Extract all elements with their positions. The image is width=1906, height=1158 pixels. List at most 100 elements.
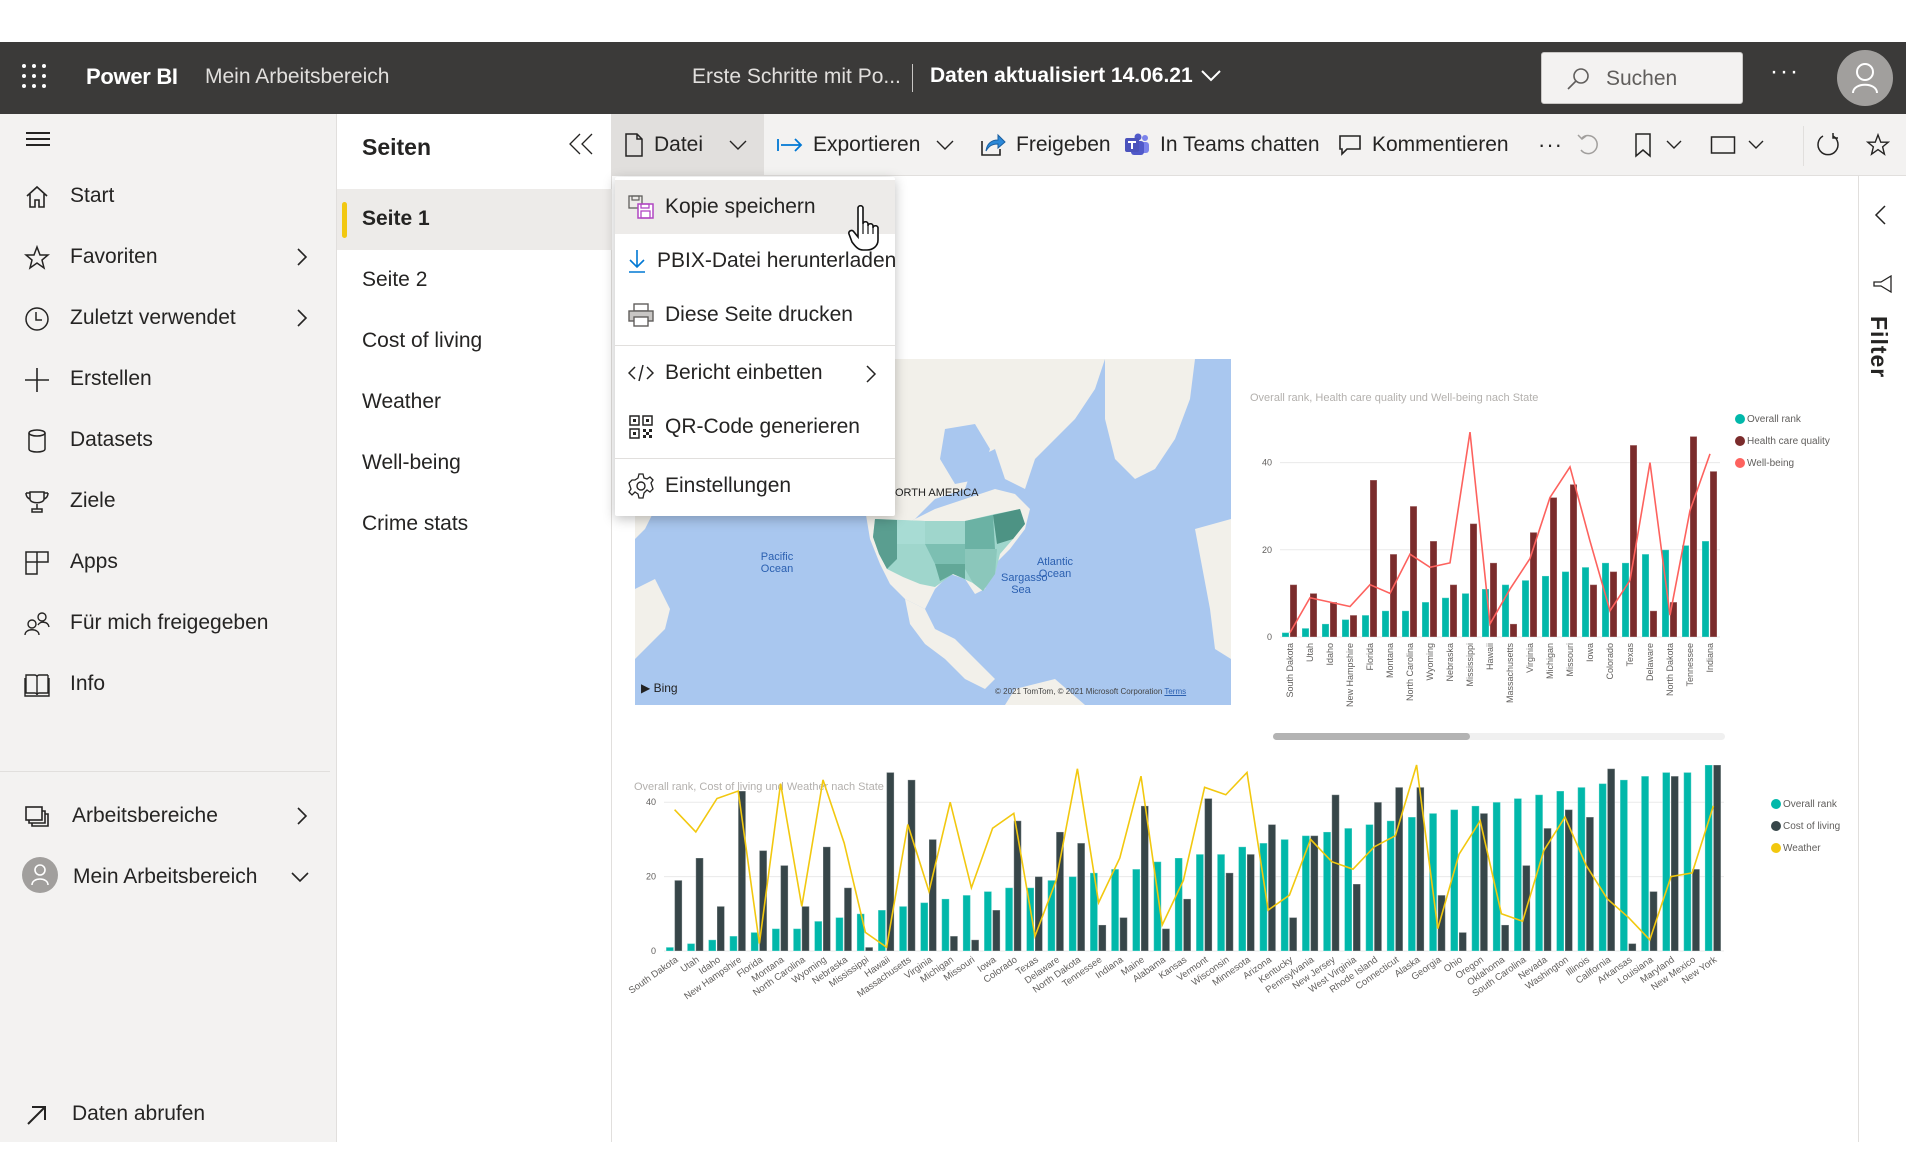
comment-button[interactable]: Kommentieren xyxy=(1338,114,1509,176)
legend-label: Health care quality xyxy=(1747,435,1830,447)
sidebar-item-erstellen[interactable]: Erstellen xyxy=(0,351,337,407)
workspace-breadcrumb[interactable]: Mein Arbeitsbereich xyxy=(205,65,389,89)
menu-item-download-pbix[interactable]: PBIX-Datei herunterladen xyxy=(615,234,896,288)
menu-item-generate-qr[interactable]: QR-Code generieren xyxy=(615,400,895,454)
bar-overall-rank xyxy=(1407,816,1417,952)
chart-legend: Overall rank Health care quality Well-be… xyxy=(1735,408,1830,474)
page-tab-weather[interactable]: Weather xyxy=(337,372,612,433)
bookmark-button[interactable] xyxy=(1634,114,1682,176)
bar-overall-rank xyxy=(1004,887,1014,952)
page-tab-seite-1[interactable]: Seite 1 xyxy=(337,189,612,250)
sidebar-item-label: Mein Arbeitsbereich xyxy=(73,865,258,888)
bar-cost-of-living xyxy=(1098,924,1107,952)
menu-item-label: Kopie speichern xyxy=(665,195,816,218)
bar-overall-rank xyxy=(1428,812,1438,952)
x-tick-label: Hawaii xyxy=(1485,643,1495,670)
page-tab-crime-stats[interactable]: Crime stats xyxy=(337,494,612,555)
bar-cost-of-living xyxy=(1182,898,1192,952)
legend-item[interactable]: Well-being xyxy=(1735,452,1830,474)
sidebar-item-mein-arbeitsbereich[interactable]: Mein Arbeitsbereich xyxy=(0,849,337,905)
sidebar-item-favoriten[interactable]: Favoriten xyxy=(0,229,337,285)
sidebar-item-label: Favoriten xyxy=(70,245,158,268)
sidebar-item-ziele[interactable]: Ziele xyxy=(0,473,337,529)
bar-health-care-quality xyxy=(1429,540,1438,638)
scrollbar-thumb[interactable] xyxy=(1273,733,1470,740)
download-icon xyxy=(629,250,645,273)
y-tick-label: 40 xyxy=(646,797,656,807)
user-avatar[interactable] xyxy=(1837,50,1893,106)
chevron-left-icon[interactable] xyxy=(1873,204,1887,226)
more-options-button[interactable]: ··· xyxy=(1770,58,1800,86)
sidebar-item-apps[interactable]: Apps xyxy=(0,534,337,590)
refresh-icon xyxy=(1817,133,1839,156)
legend-dot xyxy=(1735,436,1745,446)
data-refresh-dropdown[interactable]: Daten aktualisiert 14.06.21 xyxy=(930,64,1221,88)
bar-overall-rank xyxy=(1681,544,1690,638)
save-copy-icon xyxy=(628,195,654,219)
bar-overall-rank xyxy=(1662,771,1671,952)
comment-icon xyxy=(1339,135,1361,156)
menu-item-print-page[interactable]: Diese Seite drucken xyxy=(615,288,895,342)
legend-item[interactable]: Overall rank xyxy=(1771,793,1840,815)
x-tick-label: Massachusetts xyxy=(1505,643,1515,704)
collapse-double-chevron-icon[interactable] xyxy=(567,132,595,156)
bar-cost-of-living xyxy=(1076,842,1086,952)
chevron-right-icon xyxy=(297,807,308,825)
cost-weather-chart[interactable]: Overall rank, Cost of living und Weather… xyxy=(627,764,1844,1081)
menu-item-settings[interactable]: Einstellungen xyxy=(615,459,895,513)
bookmark-icon xyxy=(1635,133,1651,158)
hamburger-menu-icon[interactable] xyxy=(26,132,52,150)
file-menu-button[interactable]: Datei xyxy=(612,114,764,176)
legend-item[interactable]: Overall rank xyxy=(1735,408,1830,430)
legend-item[interactable]: Health care quality xyxy=(1735,430,1830,452)
bar-overall-rank xyxy=(983,890,993,952)
bar-overall-rank xyxy=(1195,853,1205,952)
menu-item-embed-report[interactable]: Bericht einbetten xyxy=(615,346,895,400)
legend-label: Overall rank xyxy=(1747,413,1801,425)
bar-cost-of-living xyxy=(1373,801,1383,952)
search-input[interactable]: Suchen xyxy=(1541,52,1743,104)
export-button[interactable]: Exportieren xyxy=(777,114,954,176)
refresh-button[interactable] xyxy=(1815,114,1841,176)
page-tab-seite-2[interactable]: Seite 2 xyxy=(337,250,612,311)
menu-item-label: Diese Seite drucken xyxy=(665,303,853,326)
menu-item-save-copy[interactable]: Kopie speichern xyxy=(615,180,895,234)
toolbar-more-button[interactable]: ··· xyxy=(1538,114,1563,176)
app-launcher-icon[interactable] xyxy=(22,64,50,92)
bar-overall-rank xyxy=(1704,764,1713,952)
legend-item[interactable]: Cost of living xyxy=(1771,815,1840,837)
sidebar-item-info[interactable]: Info xyxy=(0,656,337,712)
brand-name[interactable]: Power BI xyxy=(86,64,178,90)
sidebar-item-daten-abrufen[interactable]: Daten abrufen xyxy=(0,1086,337,1142)
sidebar-item-shared-with-me[interactable]: Für mich freigegeben xyxy=(0,595,337,651)
view-button[interactable] xyxy=(1710,114,1764,176)
legend-item[interactable]: Weather xyxy=(1771,837,1840,859)
reset-button[interactable] xyxy=(1576,114,1602,176)
bar-overall-rank xyxy=(1619,779,1629,952)
chart-horizontal-scrollbar[interactable] xyxy=(1273,733,1725,740)
page-tab-label: Well-being xyxy=(362,451,461,474)
page-tab-cost-of-living[interactable]: Cost of living xyxy=(337,311,612,372)
favorite-star-button[interactable] xyxy=(1866,114,1890,176)
bar-overall-rank xyxy=(1341,619,1350,638)
share-button[interactable]: Freigeben xyxy=(980,114,1111,176)
export-label: Exportieren xyxy=(813,133,921,156)
bar-overall-rank xyxy=(729,935,738,952)
chevron-down-icon xyxy=(291,872,309,883)
legend-label: Overall rank xyxy=(1783,798,1837,810)
sidebar-item-zuletzt-verwendet[interactable]: Zuletzt verwendet xyxy=(0,290,337,346)
bar-health-care-quality xyxy=(1469,523,1478,638)
power-bi-app: Power BI Mein Arbeitsbereich Erste Schri… xyxy=(0,42,1906,1142)
health-wellbeing-chart[interactable]: Overall rank, Health care quality und We… xyxy=(1250,392,1840,752)
terms-link[interactable]: Terms xyxy=(1164,687,1186,696)
sidebar-item-label: Ziele xyxy=(70,489,116,512)
sidebar-item-label: Start xyxy=(70,184,115,207)
teams-chat-button[interactable]: In Teams chatten xyxy=(1124,114,1320,176)
bar-overall-rank xyxy=(1541,575,1550,638)
page-tab-well-being[interactable]: Well-being xyxy=(337,433,612,494)
sidebar-item-datasets[interactable]: Datasets xyxy=(0,412,337,468)
filter-pane-toggle[interactable]: Filter xyxy=(1865,316,1892,378)
sidebar-item-start[interactable]: Start xyxy=(0,168,337,224)
bar-health-care-quality xyxy=(1289,584,1298,638)
sidebar-item-arbeitsbereiche[interactable]: Arbeitsbereiche xyxy=(0,788,337,844)
